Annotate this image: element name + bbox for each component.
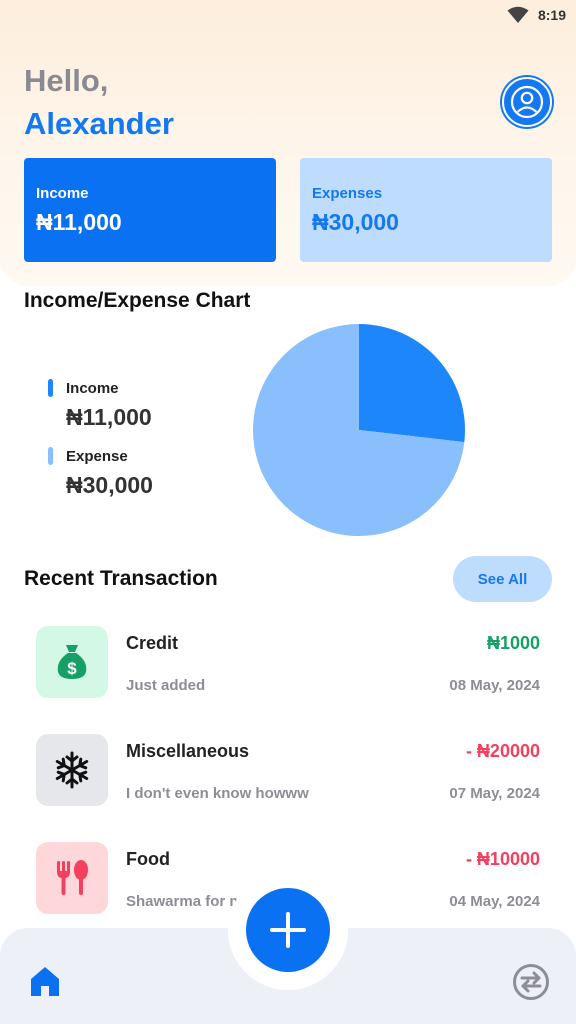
expense-summary-card[interactable]: Expenses ₦30,000 [300, 158, 552, 262]
transaction-description: Just added [126, 677, 206, 694]
transaction-amount: - ₦10000 [465, 849, 540, 869]
wifi-icon [507, 6, 529, 23]
transaction-date: 07 May, 2024 [449, 785, 540, 802]
transaction-row[interactable]: Miscellaneous I don't even know howww - … [24, 725, 552, 815]
user-avatar-icon [510, 85, 544, 119]
pie-slice-income [359, 324, 465, 443]
legend-swatch-expense [48, 447, 53, 465]
income-card-value: ₦11,000 [36, 209, 122, 235]
transaction-row[interactable]: $ Credit Just added ₦1000 08 May, 2024 [24, 617, 552, 707]
transaction-amount: ₦1000 [486, 633, 540, 653]
legend-value: ₦30,000 [66, 472, 153, 498]
expense-card-value: ₦30,000 [312, 209, 399, 235]
recent-transactions-title: Recent Transaction [24, 567, 218, 590]
profile-avatar-button[interactable] [502, 77, 552, 127]
swap-arrows-icon[interactable] [512, 963, 550, 1001]
transaction-icon-box: $ [36, 626, 108, 698]
transaction-date: 08 May, 2024 [449, 677, 540, 694]
transaction-amount: - ₦20000 [465, 741, 540, 761]
chart-section-title: Income/Expense Chart [24, 289, 251, 312]
transaction-name: Miscellaneous [126, 741, 250, 761]
transaction-name: Credit [126, 633, 179, 653]
transaction-icon-box [36, 734, 108, 806]
add-transaction-button[interactable] [246, 888, 330, 972]
home-icon[interactable] [28, 964, 62, 998]
money-bag-icon: $ [57, 645, 87, 679]
see-all-button[interactable]: See All [453, 556, 552, 602]
expense-card-label: Expenses [312, 185, 383, 202]
transaction-name: Food [126, 849, 170, 869]
legend-label: Expense [66, 448, 128, 465]
legend-swatch-income [48, 379, 53, 397]
status-time: 8:19 [537, 7, 566, 23]
income-card-label: Income [36, 185, 89, 202]
legend-value: ₦11,000 [66, 404, 152, 430]
snowflake-icon [55, 751, 89, 789]
status-bar: 8:19 [0, 0, 576, 30]
plus-icon [270, 912, 306, 948]
svg-text:$: $ [67, 659, 77, 678]
username-text: Alexander [24, 106, 174, 141]
legend-label: Income [66, 380, 119, 397]
transaction-description: I don't even know howww [126, 785, 309, 802]
income-expense-pie-chart [253, 324, 465, 536]
transaction-date: 04 May, 2024 [449, 893, 540, 910]
transaction-icon-box [36, 842, 108, 914]
fork-spoon-icon [57, 860, 88, 895]
income-summary-card[interactable]: Income ₦11,000 [24, 158, 276, 262]
greeting-text: Hello, [24, 63, 109, 98]
